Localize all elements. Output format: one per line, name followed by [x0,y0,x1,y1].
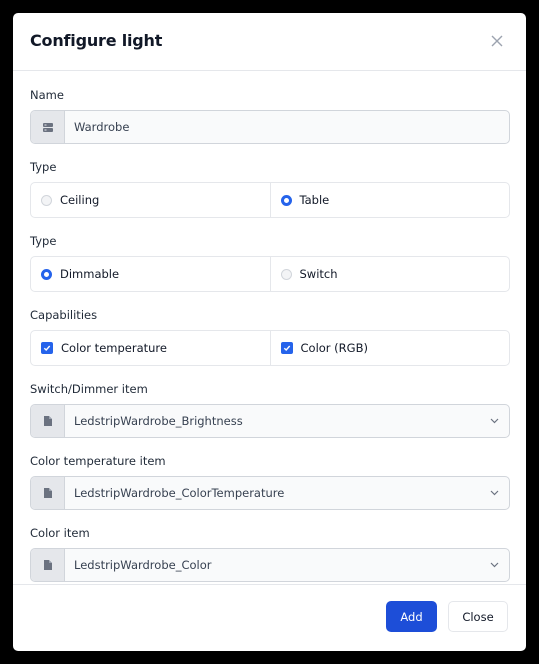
color-temperature-item-label: Color temperature item [30,454,166,468]
close-icon[interactable] [490,34,504,48]
color-item-value[interactable]: LedstripWardrobe_Color [65,549,479,581]
add-button[interactable]: Add [386,601,437,632]
checkbox-color-rgb-label: Color (RGB) [300,341,368,355]
chevron-down-icon[interactable] [479,549,509,581]
checkbox-checked-icon[interactable] [41,342,53,354]
file-icon [31,477,65,509]
radio-dimmable[interactable]: Dimmable [31,257,270,291]
checkbox-color-rgb[interactable]: Color (RGB) [269,331,510,365]
radio-unchecked-icon[interactable] [280,268,292,280]
name-value[interactable]: Wardrobe [65,111,509,143]
capabilities-group: Color temperature Color (RGB) [30,330,510,366]
dialog-header: Configure light [13,13,526,71]
radio-dimmable-label: Dimmable [60,267,120,281]
checkbox-color-temperature[interactable]: Color temperature [31,331,270,365]
radio-checked-icon[interactable] [41,268,52,280]
radio-unchecked-icon[interactable] [41,194,52,206]
server-icon [31,111,65,143]
radio-switch-label: Switch [299,267,338,281]
configure-light-dialog: Configure light Name Wardrobe Type Ceili… [13,13,526,651]
type-radio-group: Ceiling Table [30,182,510,218]
close-button[interactable]: Close [448,601,508,632]
color-item-label: Color item [30,526,90,540]
radio-ceiling-label: Ceiling [60,193,100,207]
file-icon [31,549,65,581]
color-temperature-item-select[interactable]: LedstripWardrobe_ColorTemperature [30,476,510,510]
name-label: Name [30,88,64,102]
switch-dimmer-item-select[interactable]: LedstripWardrobe_Brightness [30,404,510,438]
color-temperature-item-value[interactable]: LedstripWardrobe_ColorTemperature [65,477,479,509]
radio-table[interactable]: Table [269,183,510,217]
dialog-body: Name Wardrobe Type Ceiling Table Type Di… [13,88,526,582]
switch-dimmer-item-label: Switch/Dimmer item [30,382,148,396]
capabilities-label: Capabilities [30,308,98,322]
file-icon [31,405,65,437]
radio-switch[interactable]: Switch [269,257,510,291]
radio-table-label: Table [299,193,330,207]
dimmable-radio-group: Dimmable Switch [30,256,510,292]
radio-checked-icon[interactable] [280,194,292,206]
type-label: Type [30,160,57,174]
dialog-title: Configure light [30,31,163,50]
type-label-2: Type [30,234,57,248]
radio-ceiling[interactable]: Ceiling [31,183,270,217]
checkbox-checked-icon[interactable] [280,342,293,354]
checkbox-color-temperature-label: Color temperature [61,341,167,355]
chevron-down-icon[interactable] [479,405,509,437]
dialog-footer: Add Close [13,584,526,651]
chevron-down-icon[interactable] [479,477,509,509]
name-input[interactable]: Wardrobe [30,110,510,144]
color-item-select[interactable]: LedstripWardrobe_Color [30,548,510,582]
switch-dimmer-item-value[interactable]: LedstripWardrobe_Brightness [65,405,479,437]
